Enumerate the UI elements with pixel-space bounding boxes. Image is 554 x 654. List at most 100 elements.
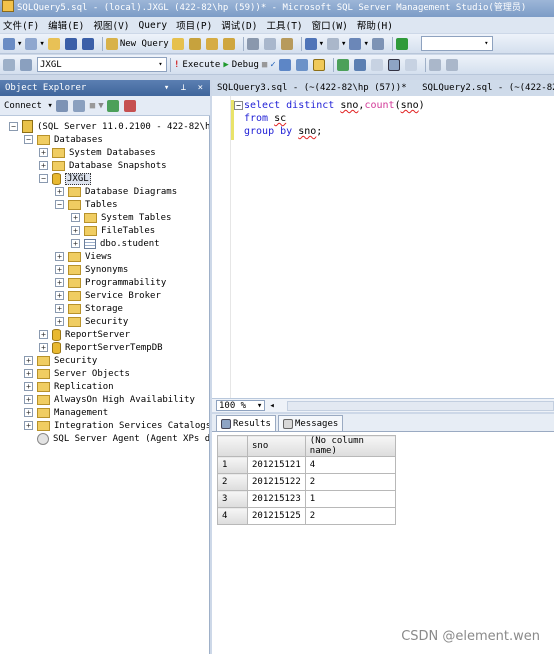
row-number[interactable]: 4 [217,507,248,525]
tree-node-system-databases[interactable]: + System Databases [39,146,156,159]
cell-count[interactable]: 2 [304,473,396,491]
open-file-button[interactable] [47,36,62,52]
cell-sno[interactable]: 201215122 [247,473,306,491]
connect-server-button[interactable] [55,98,70,114]
tree-node-server-objects[interactable]: + Server Objects [24,367,130,380]
tree-node-views[interactable]: + Views [55,250,112,263]
cell-sno[interactable]: 201215121 [247,456,306,474]
table-row[interactable]: 3 201215123 1 [217,490,396,508]
results-to-text-button[interactable] [370,57,385,73]
collapse-icon[interactable]: − [24,135,33,144]
tree-node-tables[interactable]: − Tables [55,198,118,211]
tree-node-server[interactable]: − (SQL Server 11.0.2100 - 422-82\hp [9,120,209,133]
scroll-left-icon[interactable]: ◂ [269,401,274,411]
db-engine-query-button[interactable] [171,36,186,52]
copy-button[interactable] [263,36,278,52]
tree-node-jxgl[interactable]: − JXGL [39,172,91,185]
cut-button[interactable] [246,36,261,52]
collapse-icon[interactable]: − [234,101,243,110]
menu-query[interactable]: Query [139,20,168,31]
activity-button[interactable] [123,98,138,114]
undo-button[interactable]: ▾ [304,36,324,52]
tree-node-database-diagrams[interactable]: + Database Diagrams [55,185,177,198]
tree-node-programmability[interactable]: + Programmability [55,276,166,289]
expand-icon[interactable]: + [24,369,33,378]
panel-controls[interactable]: ▾ ⊥ × [164,80,206,96]
tab-results[interactable]: Results [216,415,276,431]
expand-icon[interactable]: + [71,239,80,248]
zoom-select[interactable]: 100 % ▾ [216,400,266,411]
refresh-button[interactable] [106,98,121,114]
start-debug-button[interactable] [395,36,410,52]
tree-node-database-snapshots[interactable]: + Database Snapshots [39,159,167,172]
horizontal-scrollbar[interactable] [286,400,554,411]
expand-icon[interactable]: + [71,213,80,222]
expand-icon[interactable]: + [39,330,48,339]
expand-icon[interactable]: + [24,382,33,391]
intellisense-button[interactable] [312,57,327,73]
tree-node-management[interactable]: + Management [24,406,108,419]
column-header[interactable]: (No column name) [304,435,396,457]
tree-node-dbo-student[interactable]: + dbo.student [71,237,160,250]
disconnect-button[interactable] [72,98,87,114]
execute-button[interactable]: ! Execute [174,57,220,73]
menu-file[interactable]: 文件(F) [3,18,39,32]
expand-icon[interactable]: + [24,395,33,404]
row-number[interactable]: 3 [217,490,248,508]
tree-node-storage[interactable]: + Storage [55,302,123,315]
query-editor[interactable]: − select distinct sno,count(sno) from sc… [212,96,554,398]
database-select[interactable]: JXGL ▾ [37,57,167,72]
tree-node-replication[interactable]: + Replication [24,380,114,393]
expand-icon[interactable]: + [55,317,64,326]
menu-tools[interactable]: 工具(T) [266,18,302,32]
collapse-icon[interactable]: − [9,122,18,131]
expand-icon[interactable]: + [24,356,33,365]
tree-node-integration-services[interactable]: + Integration Services Catalogs [24,419,209,432]
tree-node-synonyms[interactable]: + Synonyms [55,263,128,276]
cell-sno[interactable]: 201215125 [247,507,306,525]
connect-button[interactable] [3,57,17,73]
xmla-query-button[interactable] [222,36,237,52]
corner-cell[interactable] [217,435,248,457]
cell-count[interactable]: 4 [304,456,396,474]
tree-node-db-security[interactable]: + Security [55,315,128,328]
paste-button[interactable] [280,36,295,52]
change-connection-button[interactable] [20,57,34,73]
expand-icon[interactable]: + [55,278,64,287]
expand-icon[interactable]: + [39,148,48,157]
table-row[interactable]: 4 201215125 2 [217,507,396,525]
tab-sqlquery3[interactable]: SQLQuery3.sql - (~(422-82\hp (57))* [212,80,412,96]
solution-config-combo[interactable]: ▾ [420,36,493,51]
activity-monitor-button[interactable] [371,36,386,52]
navigate-button[interactable]: ▾ [349,36,369,52]
results-to-grid-button[interactable] [387,57,402,73]
table-row[interactable]: 2 201215122 2 [217,473,396,491]
menu-edit[interactable]: 编辑(E) [48,18,84,32]
tree-node-service-broker[interactable]: + Service Broker [55,289,161,302]
expand-icon[interactable]: + [24,408,33,417]
column-header[interactable]: sno [247,435,306,457]
connect-dropdown[interactable]: Connect ▾ [4,98,53,114]
cell-count[interactable]: 2 [304,507,396,525]
parse-button[interactable]: ✓ [270,57,275,73]
query-designer-button[interactable] [295,57,310,73]
cell-count[interactable]: 1 [304,490,396,508]
row-number[interactable]: 1 [217,456,248,474]
tab-messages[interactable]: Messages [277,415,344,431]
uncomment-button[interactable] [445,57,460,73]
save-all-button[interactable] [81,36,96,52]
analysis-query-button[interactable] [188,36,203,52]
expand-icon[interactable]: + [55,304,64,313]
stop-button[interactable]: ■ [90,98,95,114]
client-stats-button[interactable] [353,57,368,73]
include-plan-button[interactable] [336,57,351,73]
tree-node-security[interactable]: + Security [24,354,97,367]
menu-debug[interactable]: 调试(D) [221,18,257,32]
cell-sno[interactable]: 201215123 [247,490,306,508]
tree-node-filetables[interactable]: + FileTables [71,224,155,237]
redo-button[interactable]: ▾ [327,36,346,52]
estimated-plan-button[interactable] [278,57,293,73]
collapse-icon[interactable]: − [39,174,48,183]
tab-sqlquery2[interactable]: SQLQuery2.sql - (~(422-82\hp [417,80,554,96]
expand-icon[interactable]: + [24,421,33,430]
